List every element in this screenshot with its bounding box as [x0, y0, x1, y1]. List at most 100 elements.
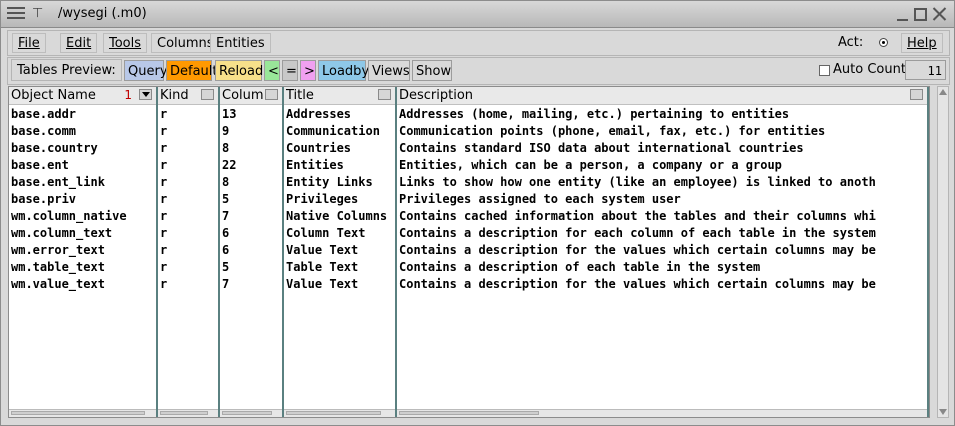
table-cell[interactable]: 6: [220, 242, 282, 259]
table-cell[interactable]: Entity Links: [284, 174, 395, 191]
loadby-button[interactable]: Loadby: [318, 60, 369, 81]
table-cell[interactable]: Privileges: [284, 191, 395, 208]
table-cell[interactable]: Contains cached information about the ta…: [397, 208, 927, 225]
show-button[interactable]: Show: [412, 60, 452, 81]
table-cell[interactable]: base.addr: [9, 106, 156, 123]
table-cell[interactable]: base.comm: [9, 123, 156, 140]
header-colum[interactable]: Colum: [220, 87, 282, 105]
close-icon[interactable]: [933, 8, 946, 21]
table-cell[interactable]: Contains a description for each column o…: [397, 225, 927, 242]
table-cell[interactable]: 6: [220, 225, 282, 242]
table-cell[interactable]: Value Text: [284, 276, 395, 293]
table-cell[interactable]: 7: [220, 208, 282, 225]
table-cell[interactable]: r: [158, 140, 218, 157]
table-cell[interactable]: base.ent_link: [9, 174, 156, 191]
table-cell[interactable]: r: [158, 123, 218, 140]
table-cell[interactable]: Countries: [284, 140, 395, 157]
maximize-icon[interactable]: [914, 8, 927, 21]
column-hscroll[interactable]: [220, 409, 282, 417]
table-cell[interactable]: wm.value_text: [9, 276, 156, 293]
table-cell[interactable]: base.priv: [9, 191, 156, 208]
table-cell[interactable]: 8: [220, 174, 282, 191]
prev-button[interactable]: <: [264, 60, 280, 81]
title-bar[interactable]: ⊤ /wysegi (.m0): [1, 1, 954, 28]
menu-edit[interactable]: Edit: [60, 33, 98, 53]
table-cell[interactable]: Communication points (phone, email, fax,…: [397, 123, 927, 140]
menu-bar: File Edit Tools Columns Entities Act: He…: [7, 30, 950, 56]
table-cell[interactable]: wm.error_text: [9, 242, 156, 259]
vertical-scrollbar[interactable]: [937, 86, 949, 418]
table-cell[interactable]: Contains standard ISO data about interna…: [397, 140, 927, 157]
table-cell[interactable]: r: [158, 225, 218, 242]
header-menu-button[interactable]: [378, 89, 391, 100]
equal-button[interactable]: =: [282, 60, 298, 81]
table-cell[interactable]: 7: [220, 276, 282, 293]
table-cell[interactable]: wm.table_text: [9, 259, 156, 276]
table-cell[interactable]: Addresses (home, mailing, etc.) pertaini…: [397, 106, 927, 123]
pin-icon[interactable]: ⊤: [32, 6, 43, 21]
table-cell[interactable]: Links to show how one entity (like an em…: [397, 174, 927, 191]
table-cell[interactable]: base.ent: [9, 157, 156, 174]
column-colum: Colum 13 9 8 22 8 5 7 6 6 5 7: [220, 87, 282, 417]
table-cell[interactable]: r: [158, 106, 218, 123]
table-cell[interactable]: base.country: [9, 140, 156, 157]
table-cell[interactable]: Contains a description of each table in …: [397, 259, 927, 276]
table-cell[interactable]: Entities: [284, 157, 395, 174]
header-menu-button[interactable]: [201, 89, 214, 100]
header-description[interactable]: Description: [397, 87, 927, 105]
table-cell[interactable]: r: [158, 174, 218, 191]
table-cell[interactable]: Column Text: [284, 225, 395, 242]
table-cell[interactable]: wm.column_text: [9, 225, 156, 242]
column-hscroll[interactable]: [158, 409, 218, 417]
table-cell[interactable]: 22: [220, 157, 282, 174]
table-cell[interactable]: r: [158, 191, 218, 208]
table-cell[interactable]: r: [158, 157, 218, 174]
table-cell[interactable]: Value Text: [284, 242, 395, 259]
window-menu-icon[interactable]: [7, 7, 25, 21]
header-object-name[interactable]: Object Name 1: [9, 87, 156, 105]
table-cell[interactable]: 8: [220, 140, 282, 157]
default-button[interactable]: Default: [166, 60, 218, 81]
table-cell[interactable]: Contains a description for the values wh…: [397, 276, 927, 293]
table-cell[interactable]: 13: [220, 106, 282, 123]
column-hscroll[interactable]: [397, 409, 927, 417]
act-radio[interactable]: [879, 38, 888, 47]
table-cell[interactable]: r: [158, 259, 218, 276]
minimize-icon[interactable]: [896, 8, 909, 21]
header-kind[interactable]: Kind: [158, 87, 218, 105]
table-cell[interactable]: Native Columns: [284, 208, 395, 225]
scroll-up-icon[interactable]: [939, 89, 947, 95]
table-cell[interactable]: Privileges assigned to each system user: [397, 191, 927, 208]
menu-help[interactable]: Help: [901, 33, 943, 53]
next-button[interactable]: >: [300, 60, 316, 81]
column-hscroll[interactable]: [9, 409, 156, 417]
sort-dropdown-icon[interactable]: [139, 89, 152, 100]
menu-tools[interactable]: Tools: [103, 33, 148, 53]
table-cell[interactable]: r: [158, 242, 218, 259]
table-cell[interactable]: Addresses: [284, 106, 395, 123]
table-cell[interactable]: wm.column_native: [9, 208, 156, 225]
column-divider[interactable]: [927, 87, 929, 417]
table-cell[interactable]: Communication: [284, 123, 395, 140]
auto-count-checkbox[interactable]: [819, 65, 830, 76]
table-cell[interactable]: 5: [220, 259, 282, 276]
table-cell[interactable]: 5: [220, 191, 282, 208]
header-menu-button[interactable]: [265, 89, 278, 100]
table-cell[interactable]: r: [158, 208, 218, 225]
table-cell[interactable]: Contains a description for the values wh…: [397, 242, 927, 259]
auto-count-field[interactable]: 11: [905, 60, 946, 80]
header-menu-button[interactable]: [910, 89, 923, 100]
cells-description: Addresses (home, mailing, etc.) pertaini…: [397, 106, 927, 293]
views-button[interactable]: Views: [368, 60, 410, 81]
column-hscroll[interactable]: [284, 409, 395, 417]
menu-file[interactable]: File: [12, 33, 46, 53]
table-cell[interactable]: Table Text: [284, 259, 395, 276]
query-button[interactable]: Query: [124, 60, 168, 81]
table-cell[interactable]: Entities, which can be a person, a compa…: [397, 157, 927, 174]
table-cell[interactable]: r: [158, 276, 218, 293]
scroll-down-icon[interactable]: [939, 409, 947, 415]
menu-entities[interactable]: Entities: [210, 33, 271, 53]
reload-button[interactable]: Reload: [215, 60, 263, 81]
table-cell[interactable]: 9: [220, 123, 282, 140]
header-title[interactable]: Title: [284, 87, 395, 105]
